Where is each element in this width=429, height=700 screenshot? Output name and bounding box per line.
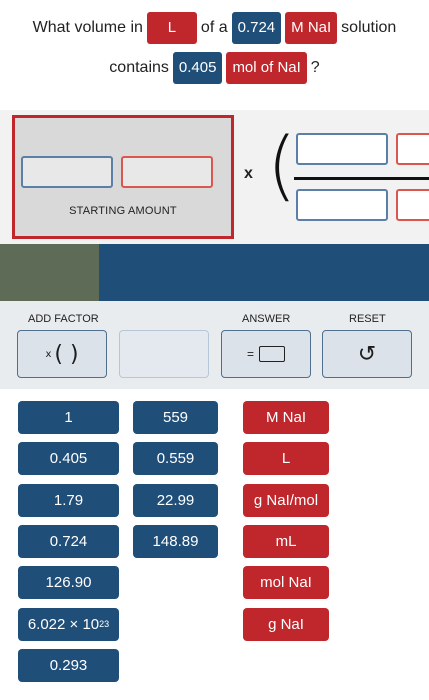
denominator-value-slot[interactable]	[296, 189, 388, 221]
avogadro-exponent: 23	[99, 619, 110, 629]
reset-icon: ↺	[357, 341, 377, 367]
value-tile[interactable]: 0.559	[133, 442, 218, 476]
unit-tile[interactable]: mL	[243, 524, 329, 558]
progress-bar	[0, 244, 429, 301]
numerator-unit-slot[interactable]	[396, 133, 429, 165]
starting-amount-box[interactable]: STARTING AMOUNT	[12, 115, 234, 239]
unit-tile[interactable]: L	[243, 442, 329, 476]
answer-button[interactable]: =	[221, 330, 311, 378]
amount-unit-chip: mol of NaI	[226, 52, 307, 84]
value-tile[interactable]: 6.022 × 10 23	[18, 607, 119, 641]
unit-tile[interactable]: g NaI/mol	[243, 483, 329, 517]
value-tile[interactable]: 126.90	[18, 566, 119, 600]
question-line-1: What volume in L of a 0.724 M NaI soluti…	[0, 12, 429, 44]
value-tile[interactable]: 1.79	[18, 483, 119, 517]
unit-tile[interactable]: g NaI	[243, 607, 329, 641]
denominator-unit-slot[interactable]	[396, 189, 429, 221]
answer-label: ANSWER	[242, 313, 291, 325]
concentration-unit-chip: M NaI	[285, 12, 338, 44]
value-tile[interactable]: 22.99	[133, 483, 218, 517]
unit-tile[interactable]: mol NaI	[243, 566, 329, 600]
open-paren: (	[267, 120, 297, 209]
question-contains: contains	[109, 59, 169, 76]
reset-button[interactable]: ↺	[322, 330, 412, 378]
answer-icon: =	[247, 346, 285, 362]
starting-value-slot[interactable]	[21, 156, 113, 188]
starting-amount-label: STARTING AMOUNT	[69, 205, 177, 217]
value-tile[interactable]: 1	[18, 401, 119, 434]
starting-unit-slot[interactable]	[121, 156, 213, 188]
question-of-a: of a	[200, 19, 228, 36]
unit-tile[interactable]: M NaI	[243, 401, 329, 434]
multiply-sign: x	[244, 165, 253, 182]
fraction-line	[294, 177, 429, 180]
blank-button[interactable]	[119, 330, 209, 378]
reset-label: RESET	[349, 313, 386, 325]
unit-chip: L	[146, 12, 197, 44]
question-solution-word: solution	[341, 19, 397, 36]
question-line-2: contains 0.405 mol of NaI ?	[0, 52, 429, 84]
toolbar: ADD FACTOR ANSWER RESET x( ) = ↺	[0, 301, 429, 389]
progress-fill	[0, 244, 99, 301]
question-mark: ?	[310, 59, 320, 76]
add-factor-icon: x( )	[45, 341, 79, 367]
value-tile[interactable]: 0.724	[18, 524, 119, 558]
concentration-value-chip: 0.724	[231, 12, 282, 44]
value-tile[interactable]: 0.293	[18, 648, 119, 682]
value-tile[interactable]: 559	[133, 401, 218, 434]
question-prefix: What volume in	[32, 19, 143, 36]
numerator-value-slot[interactable]	[296, 133, 388, 165]
value-tile[interactable]: 148.89	[133, 524, 218, 558]
add-factor-button[interactable]: x( )	[17, 330, 107, 378]
amount-value-chip: 0.405	[172, 52, 223, 84]
value-tile[interactable]: 0.405	[18, 442, 119, 476]
add-factor-label: ADD FACTOR	[28, 313, 99, 325]
